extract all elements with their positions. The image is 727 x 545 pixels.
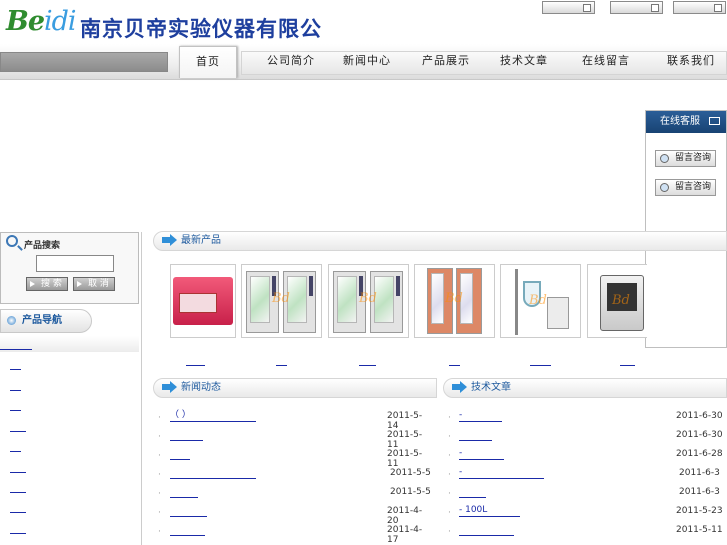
- article-item: · -2011-6-30: [448, 410, 723, 424]
- product-nav-title: 产品导航: [0, 309, 92, 333]
- online-service-header: 在线客服: [646, 111, 726, 133]
- category-link[interactable]: [10, 512, 26, 513]
- nav-item-company-profile[interactable]: 公司简介: [258, 44, 324, 78]
- category-link[interactable]: [10, 390, 21, 391]
- product-caption-link[interactable]: [620, 358, 635, 366]
- news-item: · 2011-5-5: [158, 487, 431, 499]
- category-link[interactable]: [10, 472, 26, 473]
- chiller-unit: [547, 297, 569, 329]
- chat-icon: [660, 154, 669, 163]
- watermark: Bd: [272, 291, 290, 306]
- watermark: Bd: [359, 291, 377, 306]
- article-item: · -2011-6-28: [448, 448, 723, 462]
- message-consult-button[interactable]: 留言咨询: [655, 179, 716, 196]
- category-link[interactable]: [10, 431, 26, 432]
- product-caption-link[interactable]: [276, 358, 287, 366]
- nav-item-online-message[interactable]: 在线留言: [573, 44, 639, 78]
- product-image[interactable]: Bd: [328, 264, 409, 338]
- envelope-icon[interactable]: [709, 117, 720, 125]
- search-button[interactable]: 搜 索: [26, 277, 68, 291]
- nav-item-products[interactable]: 产品展示: [413, 44, 479, 78]
- watermark: Bd: [612, 293, 630, 308]
- product-image[interactable]: Bd: [414, 264, 495, 338]
- top-link-box[interactable]: [542, 1, 595, 14]
- logo-mark: Beidi: [6, 6, 77, 37]
- articles-header: 技术文章: [443, 378, 727, 398]
- chat-icon: [660, 183, 669, 192]
- online-service-panel: 在线客服 留言咨询 留言咨询: [645, 110, 727, 348]
- cancel-button[interactable]: 取 消: [73, 277, 115, 291]
- product-image[interactable]: Bd: [500, 264, 581, 338]
- product-caption-link[interactable]: [186, 358, 205, 366]
- device-panel: [179, 293, 217, 313]
- search-title: 产品搜索: [24, 241, 61, 251]
- news-item: · 2011-5-11: [158, 449, 423, 469]
- product-image[interactable]: Bd: [241, 264, 322, 338]
- article-item: · 2011-6-30: [448, 430, 723, 442]
- reactor-frame: [515, 269, 518, 335]
- message-consult-button[interactable]: 留言咨询: [655, 150, 716, 167]
- article-item: · -2011-6-3: [448, 467, 720, 481]
- search-icon: [6, 235, 18, 247]
- logo[interactable]: Beidi 南京贝帝实验仪器有限公司: [6, 6, 336, 71]
- category-link[interactable]: [10, 492, 26, 493]
- watermark: Bd: [445, 291, 463, 306]
- news-item: · 2011-4-17: [158, 525, 423, 545]
- news-header: 新闻动态: [153, 378, 437, 398]
- category-link[interactable]: [0, 349, 32, 350]
- product-caption-link[interactable]: [530, 358, 551, 366]
- news-item: · 2011-5-11: [158, 430, 423, 450]
- nav-item-news-center[interactable]: 新闻中心: [334, 44, 400, 78]
- latest-products-header: 最新产品: [153, 231, 727, 251]
- category-link[interactable]: [10, 451, 21, 452]
- news-item: · 2011-4-20: [158, 506, 423, 526]
- category-link[interactable]: [10, 410, 21, 411]
- search-input[interactable]: [36, 255, 114, 272]
- top-link-box[interactable]: [673, 1, 726, 14]
- nav-item-tech-articles[interactable]: 技术文章: [491, 44, 557, 78]
- online-service-title: 在线客服: [660, 116, 700, 127]
- news-item: · （ ） 2011-5-14: [158, 410, 423, 432]
- top-link-box[interactable]: [610, 1, 663, 14]
- article-item: · - 100L 2011-5-23: [448, 505, 723, 519]
- article-item: · 2011-5-11: [448, 525, 723, 537]
- category-link[interactable]: [10, 533, 26, 534]
- product-image[interactable]: Bd: [587, 264, 647, 338]
- left-sidebar: 产品搜索 搜 索 取 消 产品导航: [0, 232, 142, 545]
- product-search-box: 产品搜索 搜 索 取 消: [0, 232, 139, 304]
- nav-left-bar: [0, 52, 168, 72]
- product-caption-link[interactable]: [359, 358, 376, 366]
- nav-item-contact[interactable]: 联系我们: [658, 44, 724, 78]
- article-item: · 2011-6-3: [448, 487, 720, 499]
- category-link[interactable]: [10, 369, 21, 370]
- product-image[interactable]: [170, 264, 236, 338]
- product-caption-link[interactable]: [449, 358, 460, 366]
- nav-item-home[interactable]: 首页: [179, 46, 237, 78]
- main-nav: 首页 公司简介 新闻中心 产品展示 技术文章 在线留言 联系我们: [0, 44, 727, 80]
- watermark: Bd: [529, 293, 547, 308]
- news-item: · 2011-5-5: [158, 468, 431, 480]
